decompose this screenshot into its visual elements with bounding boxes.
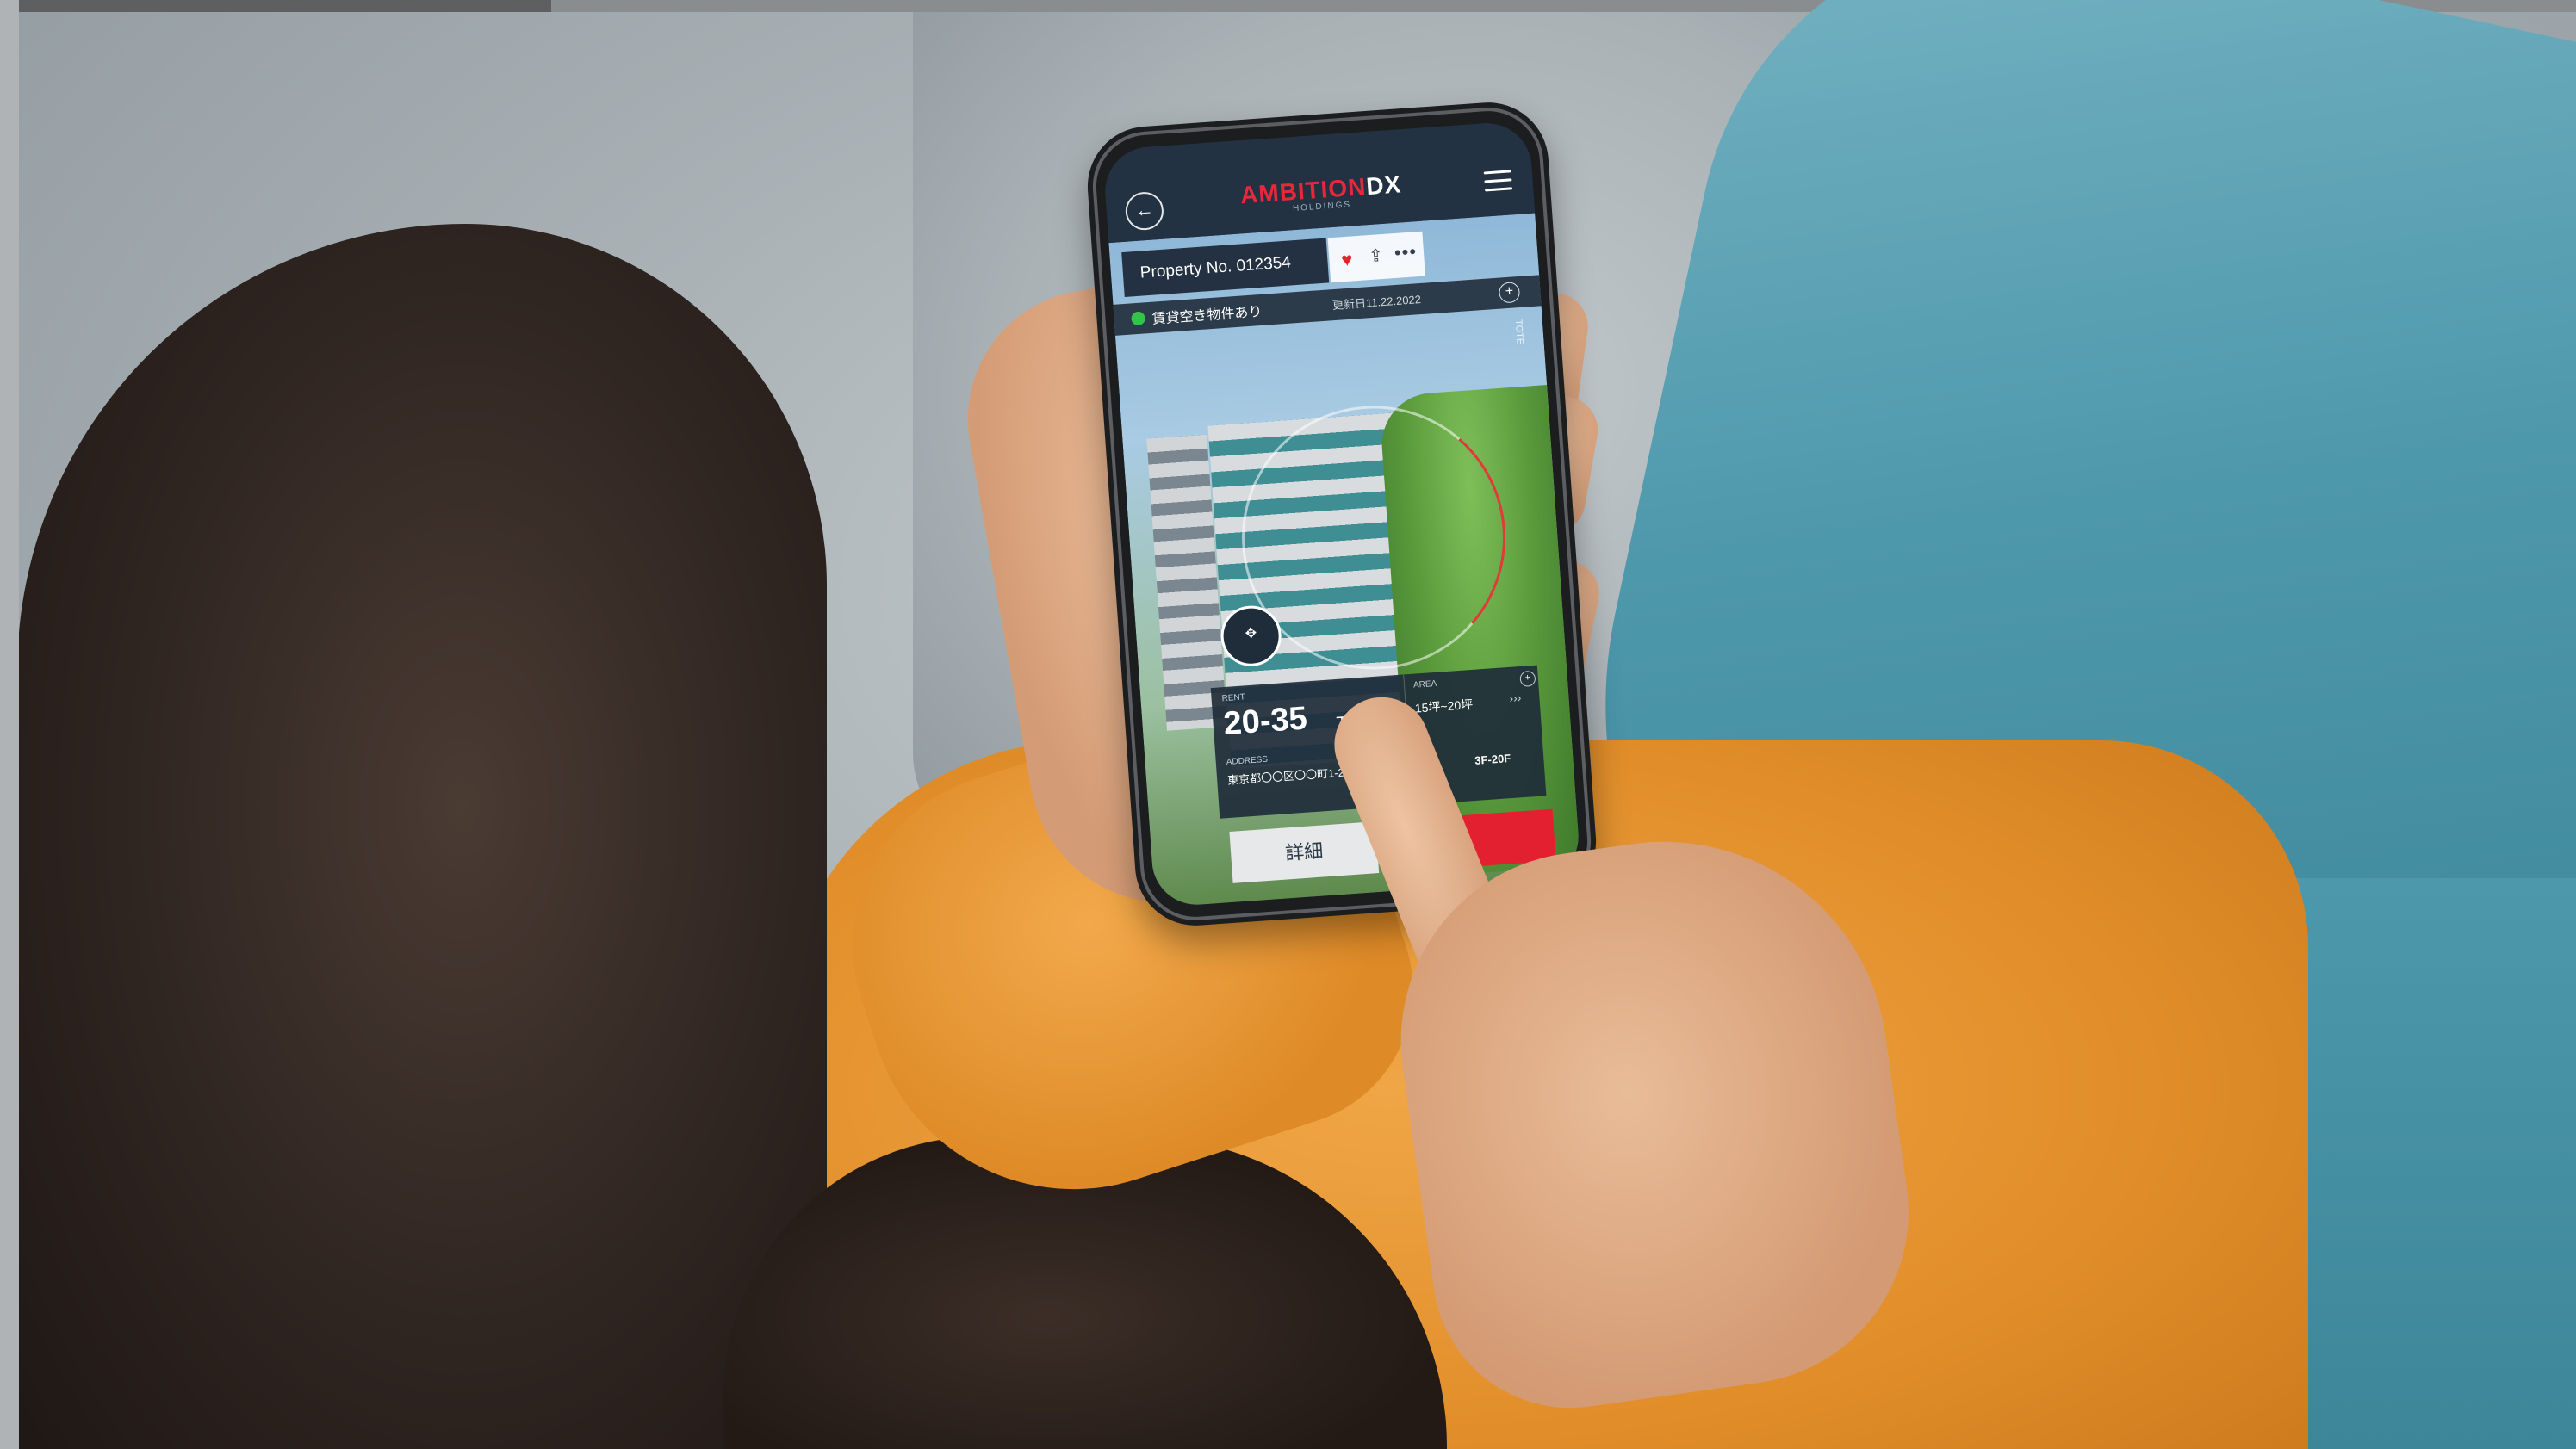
vacancy-status: 賃貸空き物件あり [1151,304,1263,327]
back-arrow-icon[interactable]: ← [1124,190,1165,232]
more-dots-icon[interactable]: ••• [1394,240,1418,264]
favorite-heart-icon[interactable]: ♥ [1341,248,1354,271]
phone-screen: ← AMBITIONDX HOLDINGS Property No. 01235… [1102,120,1582,908]
logo-dx: DX [1365,170,1403,201]
hamburger-menu-icon[interactable] [1483,170,1513,194]
top-edge-dark-segment [0,0,551,12]
brand-logo: AMBITIONDX HOLDINGS [1200,168,1443,220]
smartphone: ← AMBITIONDX HOLDINGS Property No. 01235… [1083,98,1600,930]
person-hair [17,224,827,1449]
property-actions: ♥ ⇪ ••• [1327,231,1425,283]
chevron-right-icon: ››› [1508,690,1522,705]
area-label: AREA [1412,678,1437,690]
share-icon[interactable]: ⇪ [1368,245,1383,267]
rent-label: RENT [1221,692,1246,704]
area-value: 15坪~20坪 [1414,697,1474,715]
area-plus-icon[interactable]: + [1519,670,1536,688]
rent-value: 20-35 [1222,700,1309,743]
updated-date: 更新日11.22.2022 [1331,292,1422,313]
address-label: ADDRESS [1226,754,1269,768]
status-green-dot-icon [1131,311,1146,326]
floor-range: 3F-20F [1474,752,1511,767]
left-edge-strip [0,0,19,1449]
photo-scene: ← AMBITIONDX HOLDINGS Property No. 01235… [0,0,2576,1449]
vertical-label: TOTE [1512,319,1525,345]
detail-button[interactable]: 詳細 [1229,821,1380,883]
plus-icon[interactable]: + [1498,281,1521,304]
